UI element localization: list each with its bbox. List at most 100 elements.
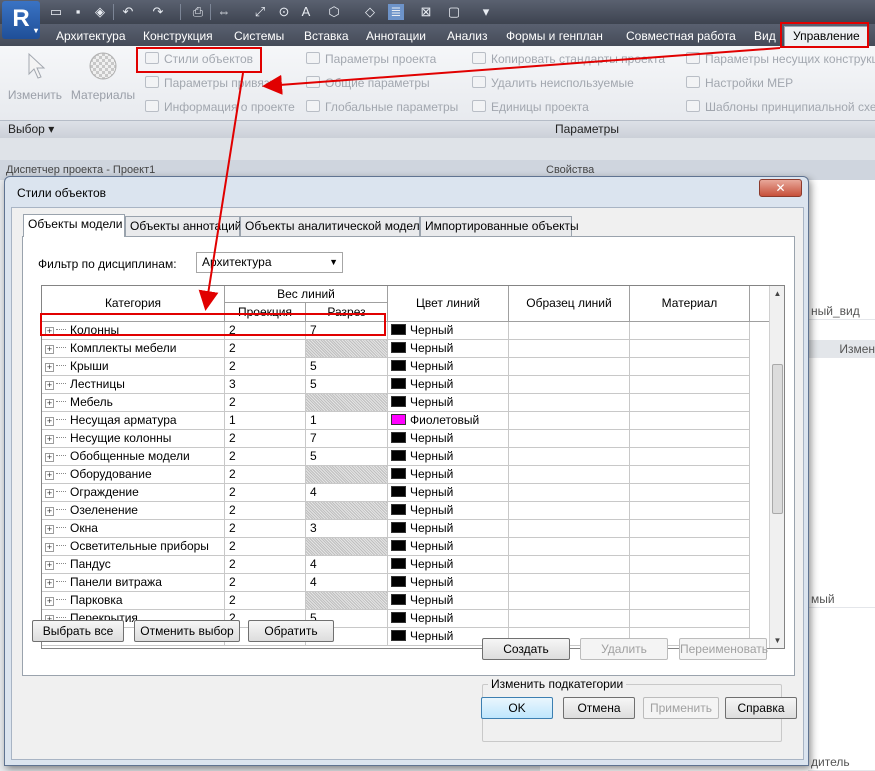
projection-weight-cell[interactable]: 2: [225, 574, 306, 592]
line-color-cell[interactable]: Фиолетовый: [388, 412, 509, 430]
header-material[interactable]: Материал: [630, 286, 750, 322]
cut-weight-cell[interactable]: [306, 340, 388, 358]
table-row[interactable]: + Ограждение 2 4 Черный: [42, 484, 772, 502]
line-color-cell[interactable]: Черный: [388, 574, 509, 592]
projection-weight-cell[interactable]: 1: [225, 412, 306, 430]
table-row[interactable]: + Несущие колонны 2 7 Черный: [42, 430, 772, 448]
line-pattern-cell[interactable]: [509, 502, 630, 520]
line-pattern-cell[interactable]: [509, 466, 630, 484]
line-color-cell[interactable]: Черный: [388, 466, 509, 484]
material-cell[interactable]: [630, 376, 750, 394]
table-row[interactable]: + Пандус 2 4 Черный: [42, 556, 772, 574]
tab-insert[interactable]: Вставка: [304, 27, 349, 46]
tab-structure[interactable]: Конструкция: [143, 27, 213, 46]
transfer-project-standards-button[interactable]: Копировать стандарты проекта: [472, 50, 665, 68]
expand-icon[interactable]: +: [45, 363, 54, 372]
line-pattern-cell[interactable]: [509, 610, 630, 628]
line-pattern-cell[interactable]: [509, 358, 630, 376]
table-row[interactable]: + Парковка 2 Черный: [42, 592, 772, 610]
expand-icon[interactable]: +: [45, 489, 54, 498]
line-pattern-cell[interactable]: [509, 574, 630, 592]
table-row[interactable]: + Озеленение 2 Черный: [42, 502, 772, 520]
global-parameters-button[interactable]: Глобальные параметры: [306, 98, 458, 116]
table-row[interactable]: + Лестницы 3 5 Черный: [42, 376, 772, 394]
line-color-cell[interactable]: Черный: [388, 502, 509, 520]
material-cell[interactable]: [630, 556, 750, 574]
expand-icon[interactable]: +: [45, 453, 54, 462]
tab-systems[interactable]: Системы: [234, 27, 284, 46]
line-pattern-cell[interactable]: [509, 448, 630, 466]
expand-icon[interactable]: +: [45, 561, 54, 570]
line-pattern-cell[interactable]: [509, 538, 630, 556]
expand-icon[interactable]: +: [45, 417, 54, 426]
dimension-icon[interactable]: ⤢: [252, 4, 268, 20]
expand-icon[interactable]: +: [45, 471, 54, 480]
text-icon[interactable]: A: [298, 4, 314, 20]
application-menu-button[interactable]: R ▾: [2, 1, 40, 39]
cut-weight-cell[interactable]: 4: [306, 574, 388, 592]
tab-architecture[interactable]: Архитектура: [56, 27, 126, 46]
ok-button[interactable]: OK: [481, 697, 553, 719]
expand-icon[interactable]: +: [45, 507, 54, 516]
projection-weight-cell[interactable]: 2: [225, 394, 306, 412]
table-row[interactable]: + Несущая арматура 1 1 Фиолетовый: [42, 412, 772, 430]
projection-weight-cell[interactable]: 3: [225, 376, 306, 394]
projection-weight-cell[interactable]: 2: [225, 502, 306, 520]
expand-icon[interactable]: +: [45, 435, 54, 444]
line-color-cell[interactable]: Черный: [388, 322, 509, 340]
material-cell[interactable]: [630, 394, 750, 412]
mep-settings-button[interactable]: Настройки MEP: [686, 74, 793, 92]
line-pattern-cell[interactable]: [509, 484, 630, 502]
line-pattern-cell[interactable]: [509, 556, 630, 574]
line-color-cell[interactable]: Черный: [388, 592, 509, 610]
line-color-cell[interactable]: Черный: [388, 358, 509, 376]
projection-weight-cell[interactable]: 2: [225, 484, 306, 502]
modify-button[interactable]: Изменить: [6, 50, 64, 102]
cut-weight-cell[interactable]: [306, 394, 388, 412]
cut-weight-cell[interactable]: 7: [306, 430, 388, 448]
cut-weight-cell[interactable]: 5: [306, 358, 388, 376]
line-pattern-cell[interactable]: [509, 520, 630, 538]
material-cell[interactable]: [630, 610, 750, 628]
select-none-button[interactable]: Отменить выбор: [134, 620, 240, 642]
header-line-color[interactable]: Цвет линий: [388, 286, 509, 322]
print-icon[interactable]: ⎙: [190, 4, 206, 20]
expand-icon[interactable]: +: [45, 399, 54, 408]
cut-weight-cell[interactable]: 3: [306, 520, 388, 538]
scroll-up-icon[interactable]: ▲: [770, 286, 784, 301]
cancel-button[interactable]: Отмена: [563, 697, 635, 719]
material-cell[interactable]: [630, 574, 750, 592]
line-pattern-cell[interactable]: [509, 322, 630, 340]
material-cell[interactable]: [630, 484, 750, 502]
project-units-button[interactable]: Единицы проекта: [472, 98, 589, 116]
projection-weight-cell[interactable]: 2: [225, 466, 306, 484]
cut-weight-cell[interactable]: [306, 592, 388, 610]
invert-button[interactable]: Обратить: [248, 620, 334, 642]
material-cell[interactable]: [630, 466, 750, 484]
project-information-button[interactable]: Информация о проекте: [145, 98, 295, 116]
tab-massing-site[interactable]: Формы и генплан: [506, 27, 603, 46]
expand-icon[interactable]: +: [45, 525, 54, 534]
projection-weight-cell[interactable]: 2: [225, 448, 306, 466]
cut-weight-cell[interactable]: [306, 502, 388, 520]
help-button[interactable]: Справка: [725, 697, 797, 719]
material-cell[interactable]: [630, 448, 750, 466]
projection-weight-cell[interactable]: 2: [225, 340, 306, 358]
close-hidden-icon[interactable]: ⊠: [418, 4, 434, 20]
expand-icon[interactable]: +: [45, 345, 54, 354]
3d-view-icon[interactable]: ⬡: [326, 4, 342, 20]
table-row[interactable]: + Комплекты мебели 2 Черный: [42, 340, 772, 358]
panel-schedule-templates-button[interactable]: Шаблоны принципиальной схемы: [686, 98, 875, 116]
line-color-cell[interactable]: Черный: [388, 340, 509, 358]
close-icon[interactable]: ✕: [759, 179, 802, 197]
delete-subcategory-button[interactable]: Удалить: [580, 638, 668, 660]
tab-analyze[interactable]: Анализ: [447, 27, 488, 46]
table-row[interactable]: + Обобщенные модели 2 5 Черный: [42, 448, 772, 466]
structural-settings-button[interactable]: Параметры несущих конструкций: [686, 50, 875, 68]
line-color-cell[interactable]: Черный: [388, 556, 509, 574]
line-color-cell[interactable]: Черный: [388, 520, 509, 538]
table-row[interactable]: + Панели витража 2 4 Черный: [42, 574, 772, 592]
expand-icon[interactable]: +: [45, 543, 54, 552]
material-cell[interactable]: [630, 412, 750, 430]
panel-select-dropdown[interactable]: Выбор ▾: [8, 122, 54, 136]
